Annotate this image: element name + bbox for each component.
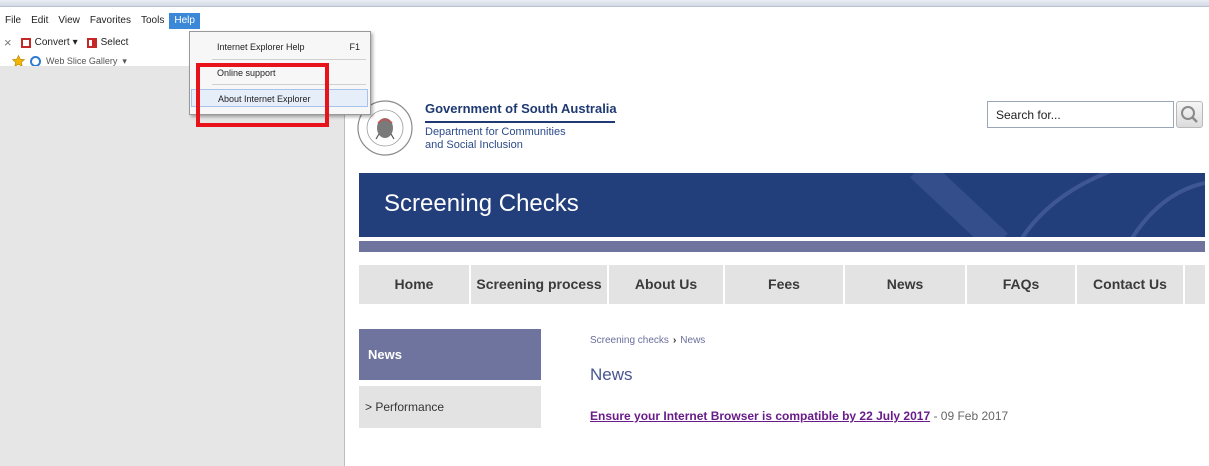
- menu-bar: File Edit View Favorites Tools Help: [0, 13, 200, 29]
- ie-icon: [30, 55, 41, 67]
- nav-fees[interactable]: Fees: [725, 265, 845, 304]
- pdf-convert-icon: [20, 37, 31, 48]
- pdf-select-icon: [86, 37, 97, 48]
- menu-item-shortcut: F1: [349, 42, 360, 52]
- breadcrumb: Screening checks › News: [590, 335, 705, 346]
- breadcrumb-link-screening-checks[interactable]: Screening checks: [590, 335, 669, 346]
- government-title: Government of South Australia: [425, 101, 617, 116]
- close-icon[interactable]: ×: [4, 35, 12, 50]
- main-navigation: Home Screening process About Us Fees New…: [359, 265, 1205, 304]
- news-item-date: - 09 Feb 2017: [933, 409, 1009, 423]
- sidebar-item-performance[interactable]: > Performance: [359, 386, 541, 428]
- breadcrumb-current: News: [680, 335, 706, 346]
- sidebar-item-label: Performance: [375, 400, 445, 414]
- convert-label: Convert: [34, 37, 70, 48]
- menu-item-label: Internet Explorer Help: [217, 42, 305, 52]
- chevron-down-icon: ▾: [72, 37, 78, 48]
- news-item-link[interactable]: Ensure your Internet Browser is compatib…: [590, 409, 930, 423]
- annotation-highlight-box: [196, 63, 329, 127]
- pane-divider: [344, 66, 345, 466]
- menu-separator: [212, 59, 366, 60]
- page-title: News: [590, 365, 633, 384]
- banner-title: Screening Checks: [384, 190, 579, 217]
- header-rule: [425, 121, 615, 123]
- menu-edit[interactable]: Edit: [26, 13, 53, 29]
- menu-file[interactable]: File: [0, 13, 26, 29]
- menu-view[interactable]: View: [53, 13, 85, 29]
- browser-chrome-top: [0, 0, 1209, 7]
- nav-screening-process[interactable]: Screening process: [471, 265, 609, 304]
- select-label: Select: [100, 37, 129, 48]
- web-slice-gallery[interactable]: Web Slice Gallery: [46, 56, 117, 66]
- nav-news[interactable]: News: [845, 265, 967, 304]
- banner-stripe: [359, 241, 1205, 252]
- menu-help[interactable]: Help: [169, 13, 200, 29]
- nav-overflow: [1185, 265, 1205, 304]
- breadcrumb-separator: ›: [672, 335, 677, 346]
- sidebar-item-news[interactable]: News: [359, 329, 541, 380]
- nav-home[interactable]: Home: [359, 265, 471, 304]
- convert-button[interactable]: Convert ▾: [20, 37, 78, 49]
- menu-favorites[interactable]: Favorites: [85, 13, 136, 29]
- page-banner: Screening Checks: [359, 173, 1205, 237]
- search-input[interactable]: Search for...: [987, 101, 1174, 128]
- department-line-2: and Social Inclusion: [425, 139, 523, 151]
- command-toolbar: × Convert ▾ Select: [4, 35, 128, 50]
- department-name: Department for Communities and Social In…: [425, 126, 566, 152]
- nav-faqs[interactable]: FAQs: [967, 265, 1077, 304]
- nav-about-us[interactable]: About Us: [609, 265, 725, 304]
- search-button[interactable]: [1176, 101, 1203, 128]
- search-icon: [1181, 106, 1198, 123]
- nav-contact-us[interactable]: Contact Us: [1077, 265, 1185, 304]
- department-line-1: Department for Communities: [425, 126, 566, 138]
- sidebar-item-marker: >: [365, 400, 373, 414]
- chevron-down-icon[interactable]: ▾: [122, 56, 127, 67]
- news-item: Ensure your Internet Browser is compatib…: [590, 409, 1008, 423]
- menu-item-ie-help[interactable]: Internet Explorer Help F1: [191, 38, 368, 56]
- select-button[interactable]: Select: [86, 37, 129, 49]
- menu-tools[interactable]: Tools: [136, 13, 169, 29]
